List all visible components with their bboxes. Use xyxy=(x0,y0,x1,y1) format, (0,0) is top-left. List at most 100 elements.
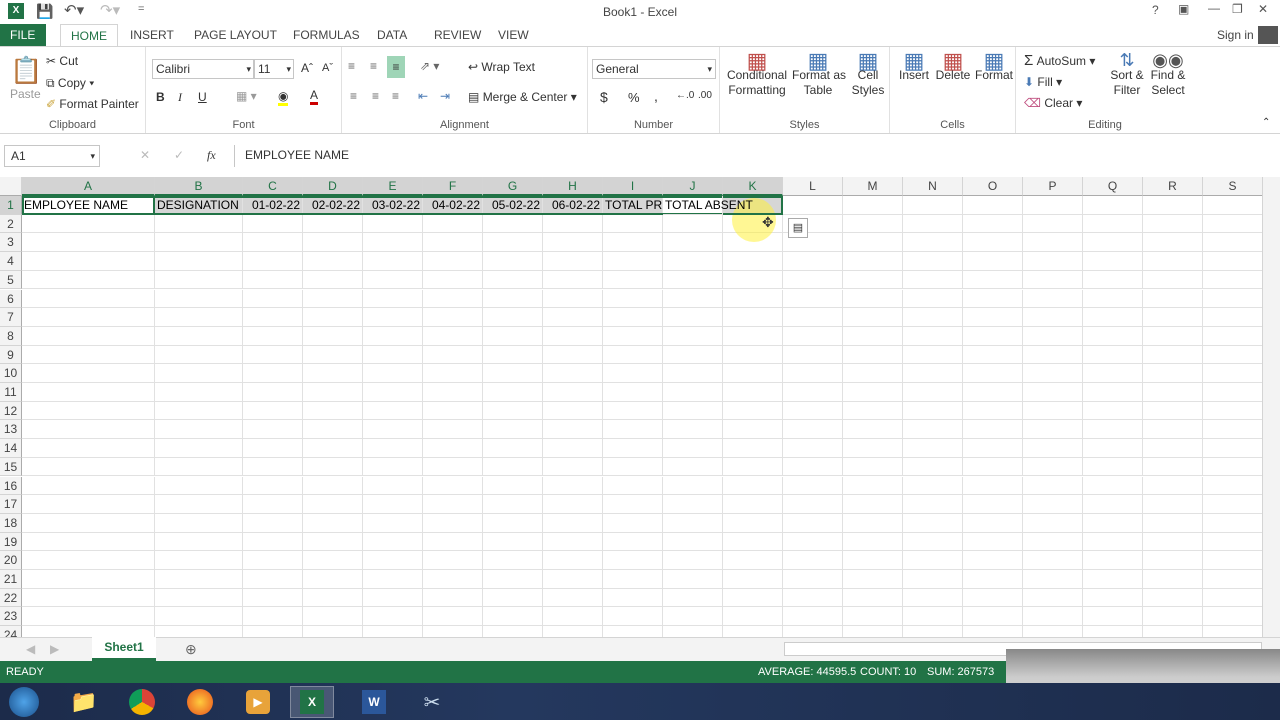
cell-P17[interactable] xyxy=(1023,495,1083,514)
quick-analysis-icon[interactable]: ▤ xyxy=(788,218,808,238)
cell-P23[interactable] xyxy=(1023,607,1083,627)
row-header-18[interactable]: 18 xyxy=(0,513,22,533)
new-sheet-icon[interactable]: ⊕ xyxy=(185,641,197,658)
cell-G18[interactable] xyxy=(483,513,543,533)
cell-C6[interactable] xyxy=(243,289,303,309)
name-box[interactable]: A1 ▾ xyxy=(4,145,100,167)
cell-O18[interactable] xyxy=(963,513,1023,533)
cell-I13[interactable] xyxy=(603,420,663,440)
cell-E2[interactable] xyxy=(363,214,423,234)
cell-R8[interactable] xyxy=(1143,326,1203,346)
cell-O20[interactable] xyxy=(963,551,1023,570)
cell-R5[interactable] xyxy=(1143,270,1203,290)
column-header-Q[interactable]: Q xyxy=(1083,177,1143,196)
cell-J19[interactable] xyxy=(663,532,723,552)
row-header-8[interactable]: 8 xyxy=(0,326,22,346)
cell-M1[interactable] xyxy=(843,196,903,215)
cell-M18[interactable] xyxy=(843,513,903,533)
cell-R22[interactable] xyxy=(1143,588,1203,608)
orientation-icon[interactable]: ⇗ ▾ xyxy=(420,59,439,73)
cell-F23[interactable] xyxy=(423,607,483,627)
cell-E12[interactable] xyxy=(363,401,423,421)
tab-view[interactable]: VIEW xyxy=(488,24,539,46)
cell-C22[interactable] xyxy=(243,588,303,608)
cell-O13[interactable] xyxy=(963,420,1023,440)
cell-L20[interactable] xyxy=(783,551,843,570)
cell-F6[interactable] xyxy=(423,289,483,309)
cell-F11[interactable] xyxy=(423,383,483,402)
cell-L7[interactable] xyxy=(783,308,843,327)
cell-N22[interactable] xyxy=(903,588,963,608)
start-button[interactable] xyxy=(2,686,46,718)
cell-B16[interactable] xyxy=(155,476,243,496)
cell-R24[interactable] xyxy=(1143,626,1203,637)
cell-B2[interactable] xyxy=(155,214,243,234)
cell-E8[interactable] xyxy=(363,326,423,346)
cell-R12[interactable] xyxy=(1143,401,1203,421)
cell-C21[interactable] xyxy=(243,570,303,589)
find-select-button[interactable]: ◉◉ Find & Select xyxy=(1148,51,1188,98)
tab-home[interactable]: HOME xyxy=(60,24,118,46)
cell-G13[interactable] xyxy=(483,420,543,440)
cell-E5[interactable] xyxy=(363,270,423,290)
cell-A15[interactable] xyxy=(22,457,155,477)
cell-N21[interactable] xyxy=(903,570,963,589)
cell-D20[interactable] xyxy=(303,551,363,570)
cell-M4[interactable] xyxy=(843,252,903,271)
column-header-R[interactable]: R xyxy=(1143,177,1203,196)
cell-E4[interactable] xyxy=(363,252,423,271)
cell-D1[interactable]: 02-02-22 xyxy=(303,196,363,215)
cell-R23[interactable] xyxy=(1143,607,1203,627)
cell-A5[interactable] xyxy=(22,270,155,290)
spreadsheet-grid[interactable]: A B C D E F G H I J K L M N O P Q R S 1 EMPLOYEE NAME DESIGNA… xyxy=(0,177,1262,637)
bottom-align-icon[interactable]: ≡ xyxy=(387,56,405,78)
cell-P13[interactable] xyxy=(1023,420,1083,440)
cell-P9[interactable] xyxy=(1023,345,1083,365)
cell-Q6[interactable] xyxy=(1083,289,1143,309)
cell-H9[interactable] xyxy=(543,345,603,365)
cell-K10[interactable] xyxy=(723,364,783,383)
cell-G5[interactable] xyxy=(483,270,543,290)
cell-N5[interactable] xyxy=(903,270,963,290)
cell-L8[interactable] xyxy=(783,326,843,346)
cell-Q15[interactable] xyxy=(1083,457,1143,477)
cell-I5[interactable] xyxy=(603,270,663,290)
cell-H2[interactable] xyxy=(543,214,603,234)
cell-M22[interactable] xyxy=(843,588,903,608)
cell-E24[interactable] xyxy=(363,626,423,637)
row-header-2[interactable]: 2 xyxy=(0,214,22,234)
word-taskbar-icon[interactable]: W xyxy=(352,686,396,718)
cell-M12[interactable] xyxy=(843,401,903,421)
cell-S15[interactable] xyxy=(1203,458,1262,477)
cut-button[interactable]: ✂ Cut xyxy=(46,54,78,68)
cell-M24[interactable] xyxy=(843,626,903,637)
chrome-icon[interactable] xyxy=(120,686,164,718)
cell-K24[interactable] xyxy=(723,626,783,637)
align-center-icon[interactable]: ≡ xyxy=(372,89,379,103)
cell-G10[interactable] xyxy=(483,364,543,383)
cell-B24[interactable] xyxy=(155,626,243,637)
column-header-C[interactable]: C xyxy=(243,177,303,196)
sign-in-link[interactable]: Sign in xyxy=(1207,24,1264,46)
cell-M3[interactable] xyxy=(843,233,903,253)
column-header-S[interactable]: S xyxy=(1203,177,1262,196)
cell-G3[interactable] xyxy=(483,233,543,253)
format-cells-button[interactable]: ▦ Format xyxy=(974,50,1014,83)
cell-Q16[interactable] xyxy=(1083,476,1143,496)
copy-button[interactable]: ⧉ Copy ▾ xyxy=(46,76,94,91)
cell-K14[interactable] xyxy=(723,439,783,458)
column-header-E[interactable]: E xyxy=(363,177,423,196)
cell-N14[interactable] xyxy=(903,439,963,458)
cell-K12[interactable] xyxy=(723,401,783,421)
cell-M7[interactable] xyxy=(843,308,903,327)
clear-button[interactable]: ⌫ Clear ▾ xyxy=(1024,96,1082,110)
cell-S24[interactable] xyxy=(1203,626,1262,637)
cell-H19[interactable] xyxy=(543,532,603,552)
cell-B10[interactable] xyxy=(155,364,243,383)
cell-J8[interactable] xyxy=(663,326,723,346)
font-size-select[interactable]: 11 ▾ xyxy=(254,59,294,79)
row-header-13[interactable]: 13 xyxy=(0,420,22,440)
cell-E20[interactable] xyxy=(363,551,423,570)
cell-Q21[interactable] xyxy=(1083,570,1143,589)
number-format-select[interactable]: General ▾ xyxy=(592,59,716,79)
